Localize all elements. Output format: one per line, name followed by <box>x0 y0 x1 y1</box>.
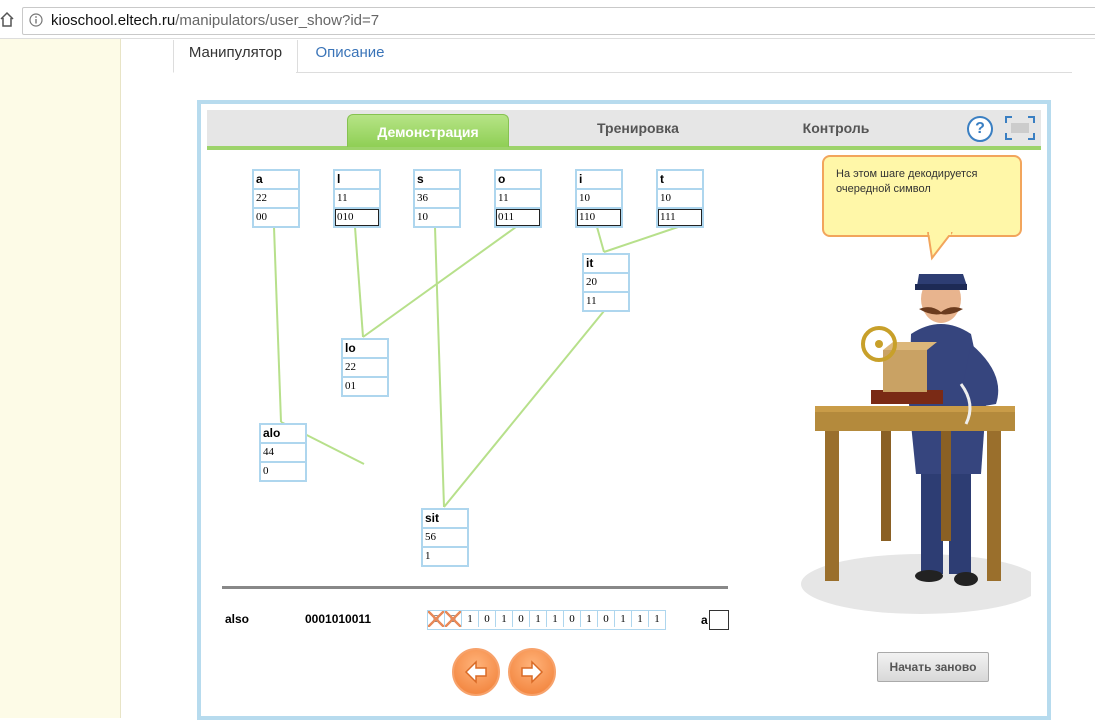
node-code: 0 <box>263 465 269 477</box>
separator-line <box>222 586 728 589</box>
node-code: 110 <box>577 209 621 226</box>
node-label: o <box>496 171 540 190</box>
tree-node-a: a 22 00 <box>252 169 300 228</box>
previous-step-button[interactable] <box>452 648 500 696</box>
bit-cell: 0 <box>598 611 615 627</box>
telegraph-operator-illustration <box>801 274 1031 614</box>
bit-cell: 1 <box>632 611 649 627</box>
tree-node-i: i 10 110 <box>575 169 623 228</box>
node-code: 11 <box>586 295 597 307</box>
left-sidebar <box>0 39 121 718</box>
bit-cell: 0 <box>428 611 445 627</box>
edge-l-lo <box>354 226 364 338</box>
tree-node-alo: alo 44 0 <box>259 423 307 482</box>
bit-cell: 0 <box>479 611 496 627</box>
tree-node-lo: lo 22 01 <box>341 338 389 397</box>
speech-bubble: На этом шаге декодируется очередной симв… <box>822 155 1022 237</box>
node-label: i <box>577 171 621 190</box>
tree-node-t: t 10 111 <box>656 169 704 228</box>
tree-node-sit: sit 56 1 <box>421 508 469 567</box>
node-weight: 56 <box>423 529 467 548</box>
browser-url-bar: kioschool.eltech.ru/manipulators/user_sh… <box>0 0 1095 39</box>
node-label: t <box>658 171 702 190</box>
next-step-button[interactable] <box>508 648 556 696</box>
edge-a-alo <box>273 226 282 423</box>
bit-cell: 0 <box>445 611 462 627</box>
node-code: 00 <box>256 211 267 223</box>
decoded-symbol-label: a <box>701 613 708 627</box>
restart-button[interactable]: Начать заново <box>877 652 989 682</box>
bit-cell: 1 <box>654 613 660 625</box>
node-label: it <box>584 255 628 274</box>
node-label: s <box>415 171 459 190</box>
bit-cell: 1 <box>615 611 632 627</box>
node-weight: 11 <box>335 190 379 209</box>
speech-bubble-text: На этом шаге декодируется очередной симв… <box>836 168 978 195</box>
tree-node-o: o 11 011 <box>494 169 542 228</box>
node-weight: 10 <box>577 190 621 209</box>
node-code: 010 <box>335 209 379 226</box>
node-code: 111 <box>658 209 702 226</box>
node-weight: 44 <box>261 444 305 463</box>
edge-t-it <box>603 226 679 253</box>
bit-cell: 1 <box>530 611 547 627</box>
bit-cell: 0 <box>513 611 530 627</box>
address-field[interactable]: kioschool.eltech.ru/manipulators/user_sh… <box>22 7 1095 35</box>
decoded-symbol-box <box>709 610 729 630</box>
bit-cell: 1 <box>496 611 513 627</box>
arrow-left-icon <box>464 660 487 684</box>
node-weight: 36 <box>415 190 459 209</box>
arrow-right-icon <box>521 660 544 684</box>
edge-i-it <box>596 226 605 253</box>
node-code: 01 <box>345 380 356 392</box>
tab-description[interactable]: Описание <box>300 40 400 72</box>
node-weight: 22 <box>254 190 298 209</box>
node-label: lo <box>343 340 387 359</box>
url-host: kioschool.eltech.ru <box>51 12 176 29</box>
node-code: 1 <box>425 550 431 562</box>
node-weight: 11 <box>496 190 540 209</box>
bit-sequence: 00101011010111 <box>427 610 666 630</box>
tree-node-l: l 11 010 <box>333 169 381 228</box>
edge-it-sit <box>443 310 605 508</box>
edge-o-lo <box>362 226 517 338</box>
node-label: sit <box>423 510 467 529</box>
tabs-divider <box>296 72 1072 73</box>
info-icon[interactable] <box>29 13 43 27</box>
node-weight: 22 <box>343 359 387 378</box>
bit-cell: 0 <box>564 611 581 627</box>
node-label: alo <box>261 425 305 444</box>
encoded-code: 0001010011 <box>305 612 372 626</box>
url-text: kioschool.eltech.ru/manipulators/user_sh… <box>51 12 379 29</box>
encoded-word: also <box>225 612 250 626</box>
home-icon[interactable] <box>0 11 14 27</box>
node-code: 10 <box>417 211 428 223</box>
tab-manipulator[interactable]: Манипулятор <box>173 40 298 73</box>
bit-cell: 1 <box>462 611 479 627</box>
node-weight: 20 <box>584 274 628 293</box>
applet-frame: Демонстрация Тренировка Контроль ? a 22 … <box>197 100 1051 720</box>
node-code: 011 <box>496 209 540 226</box>
url-path: /manipulators/user_show?id=7 <box>175 12 380 29</box>
tree-node-s: s 36 10 <box>413 169 461 228</box>
node-label: l <box>335 171 379 190</box>
bit-cell: 1 <box>547 611 564 627</box>
bit-cell: 1 <box>581 611 598 627</box>
node-weight: 10 <box>658 190 702 209</box>
edge-s-sit <box>434 226 445 508</box>
node-label: a <box>254 171 298 190</box>
tree-node-it: it 20 11 <box>582 253 630 312</box>
